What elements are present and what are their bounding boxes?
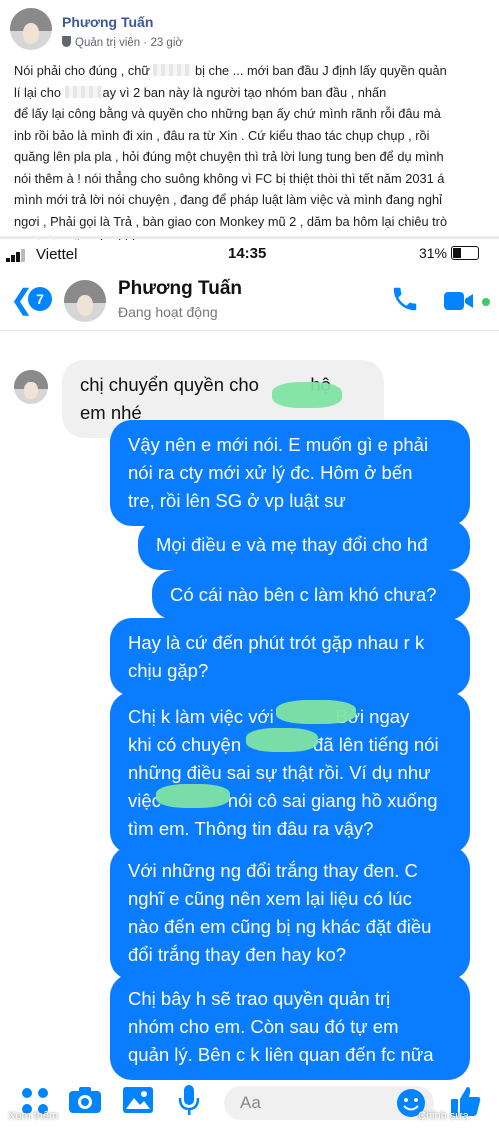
post-text-segment: để lấy lại công bằng và quyền cho những … <box>14 106 441 121</box>
watermark-right: Chỉnh sửa <box>418 1110 469 1122</box>
outgoing-message[interactable]: Mọi điều e và mẹ thay đổi cho hđ <box>138 520 470 570</box>
post-text-segment: mình mới trả lời nói chuyện , đang để ph… <box>14 192 442 207</box>
redaction-smudge <box>272 382 342 408</box>
unread-badge[interactable]: 7 <box>28 287 52 311</box>
clock: 14:35 <box>228 245 267 262</box>
message-line: Với những ng đổi trắng thay đen. C <box>128 860 418 881</box>
post-text-line: mình mới trả lời nói chuyện , đang để ph… <box>14 189 489 211</box>
battery-group: 31% <box>419 245 479 261</box>
post-text-line: để lấy lại công bằng và quyền cho những … <box>14 103 489 125</box>
active-indicator <box>482 298 490 306</box>
outgoing-message[interactable]: Có cái nào bên c làm khó chưa? <box>152 570 470 620</box>
post-text-line: ngơi , Phải gọi là Trả , bàn giao con Mo… <box>14 211 489 233</box>
redaction-smudge <box>156 784 230 808</box>
contact-avatar[interactable] <box>64 280 106 322</box>
outgoing-message[interactable]: Chị bây h sẽ trao quyền quản trị nhóm cho… <box>110 974 470 1080</box>
post-text-segment: nói thêm à ! nói thẳng cho suông không v… <box>14 170 445 186</box>
battery-icon <box>451 246 479 260</box>
post-text-segment: ngơi , Phải gọi là Trả , bàn giao con Mo… <box>14 213 448 229</box>
video-camera-icon[interactable] <box>444 290 474 312</box>
camera-icon[interactable] <box>68 1086 102 1114</box>
microphone-icon[interactable] <box>178 1084 200 1116</box>
message-line: Mọi điều e và mẹ thay đổi cho hđ <box>156 534 428 555</box>
post-text-line: inb rồi bảo là mình đi xin , đâu ra từ X… <box>14 125 489 147</box>
contact-name[interactable]: Phương Tuấn <box>118 278 242 300</box>
message-input-placeholder: Aa <box>240 1093 261 1112</box>
status-bar: Viettel 14:35 31% <box>0 240 499 270</box>
post-text-line: lí lại cho ay vì 2 ban này là người tạo … <box>14 82 489 104</box>
message-line: những điều sai sự thật rồi. Ví dụ như <box>128 762 431 783</box>
message-line: Vậy nên e mới nói. E muốn gì e phải <box>128 434 429 455</box>
post-divider <box>0 236 499 239</box>
phone-icon[interactable] <box>390 284 420 314</box>
post-body: Nói phải cho đúng , chữ bị che ... mới b… <box>14 60 489 254</box>
outgoing-message[interactable]: Vậy nên e mới nói. E muốn gì e phải nói r… <box>110 420 470 526</box>
post-header: Phương Tuấn Quản trị viên · 23 giờ <box>0 0 499 55</box>
post-text-segment: lí lại cho <box>14 84 65 100</box>
sender-avatar <box>14 370 48 404</box>
post-text-line: Nói phải cho đúng , chữ bị che ... mới b… <box>14 60 489 82</box>
message-line: Có cái nào bên c làm khó chưa? <box>170 584 437 605</box>
message-line: nghĩ e cũng nên xem lại liệu có lúc <box>128 888 412 909</box>
message-line: tìm em. Thông tin đâu ra vậy? <box>128 818 374 839</box>
chat-header: ❮ 7 Phương Tuấn Đang hoạt động <box>0 270 499 331</box>
post-text-segment: inb rồi bảo là mình đi xin , đâu ra từ X… <box>14 127 430 143</box>
shield-icon <box>62 36 71 47</box>
message-line: nhóm cho em. Còn sau đó tự em <box>128 1016 399 1037</box>
post-role: Quản trị viên <box>75 37 141 49</box>
message-line: tre, rồi lên SG ở vp luật sư <box>128 490 346 511</box>
author-avatar[interactable] <box>10 8 52 50</box>
message-line: quản lý. Bên c k liên quan đến fc nữa <box>128 1044 434 1065</box>
post-text-segment: Nói phải cho đúng , chữ <box>14 63 154 78</box>
redaction-smudge <box>276 700 356 724</box>
image-icon[interactable] <box>122 1086 154 1114</box>
battery-percent: 31% <box>418 245 447 261</box>
post-text-line: quăng lên pla pla , hỏi đúng một chuyện … <box>14 146 489 168</box>
post-text-segment: quăng lên pla pla , hỏi đúng một chuyện … <box>14 149 444 164</box>
post-text-segment: bị che ... mới ban đầu J định lấy quyền … <box>191 63 447 78</box>
outgoing-message[interactable]: Hay là cứ đến phút trót gặp nhau r k chịu… <box>110 618 470 696</box>
outgoing-message[interactable]: Với những ng đổi trắng thay đen. C nghĩ e… <box>110 846 470 980</box>
message-line: nói ra cty mới xử lý đc. Hôm ở bến <box>128 462 413 483</box>
message-line: Hay là cứ đến phút trót gặp nhau r k <box>128 632 425 653</box>
message-line: chịu gặp? <box>128 660 209 681</box>
post-text-line: nói thêm à ! nói thẳng cho suông không v… <box>14 168 489 190</box>
composer-bar: Aa Xem thêm Chỉnh sửa <box>0 1072 499 1128</box>
message-line: nào đến em cũng bị ng khác đặt điều <box>128 916 432 937</box>
redaction-smudge <box>246 728 318 752</box>
message-line: Chị bây h sẽ trao quyền quản trị <box>128 988 391 1009</box>
post-author-name[interactable]: Phương Tuấn <box>62 14 153 30</box>
post-meta: Quản trị viên · 23 giờ <box>62 36 183 49</box>
contact-status: Đang hoạt động <box>118 304 218 320</box>
messenger-screenshot: Viettel 14:35 31% ❮ 7 Phương Tuấn Đang h… <box>0 240 499 1128</box>
signal-icon <box>6 248 30 262</box>
watermark-left: Xem thêm <box>8 1110 59 1122</box>
carrier-name: Viettel <box>36 246 78 263</box>
post-time[interactable]: 23 giờ <box>150 37 182 49</box>
redacted-text <box>153 64 192 76</box>
message-line: đổi trắng thay đen hay ko? <box>128 944 347 965</box>
redacted-text <box>64 85 103 98</box>
post-text-segment: ay vì 2 ban này là người tạo nhóm ban đầ… <box>102 84 387 100</box>
